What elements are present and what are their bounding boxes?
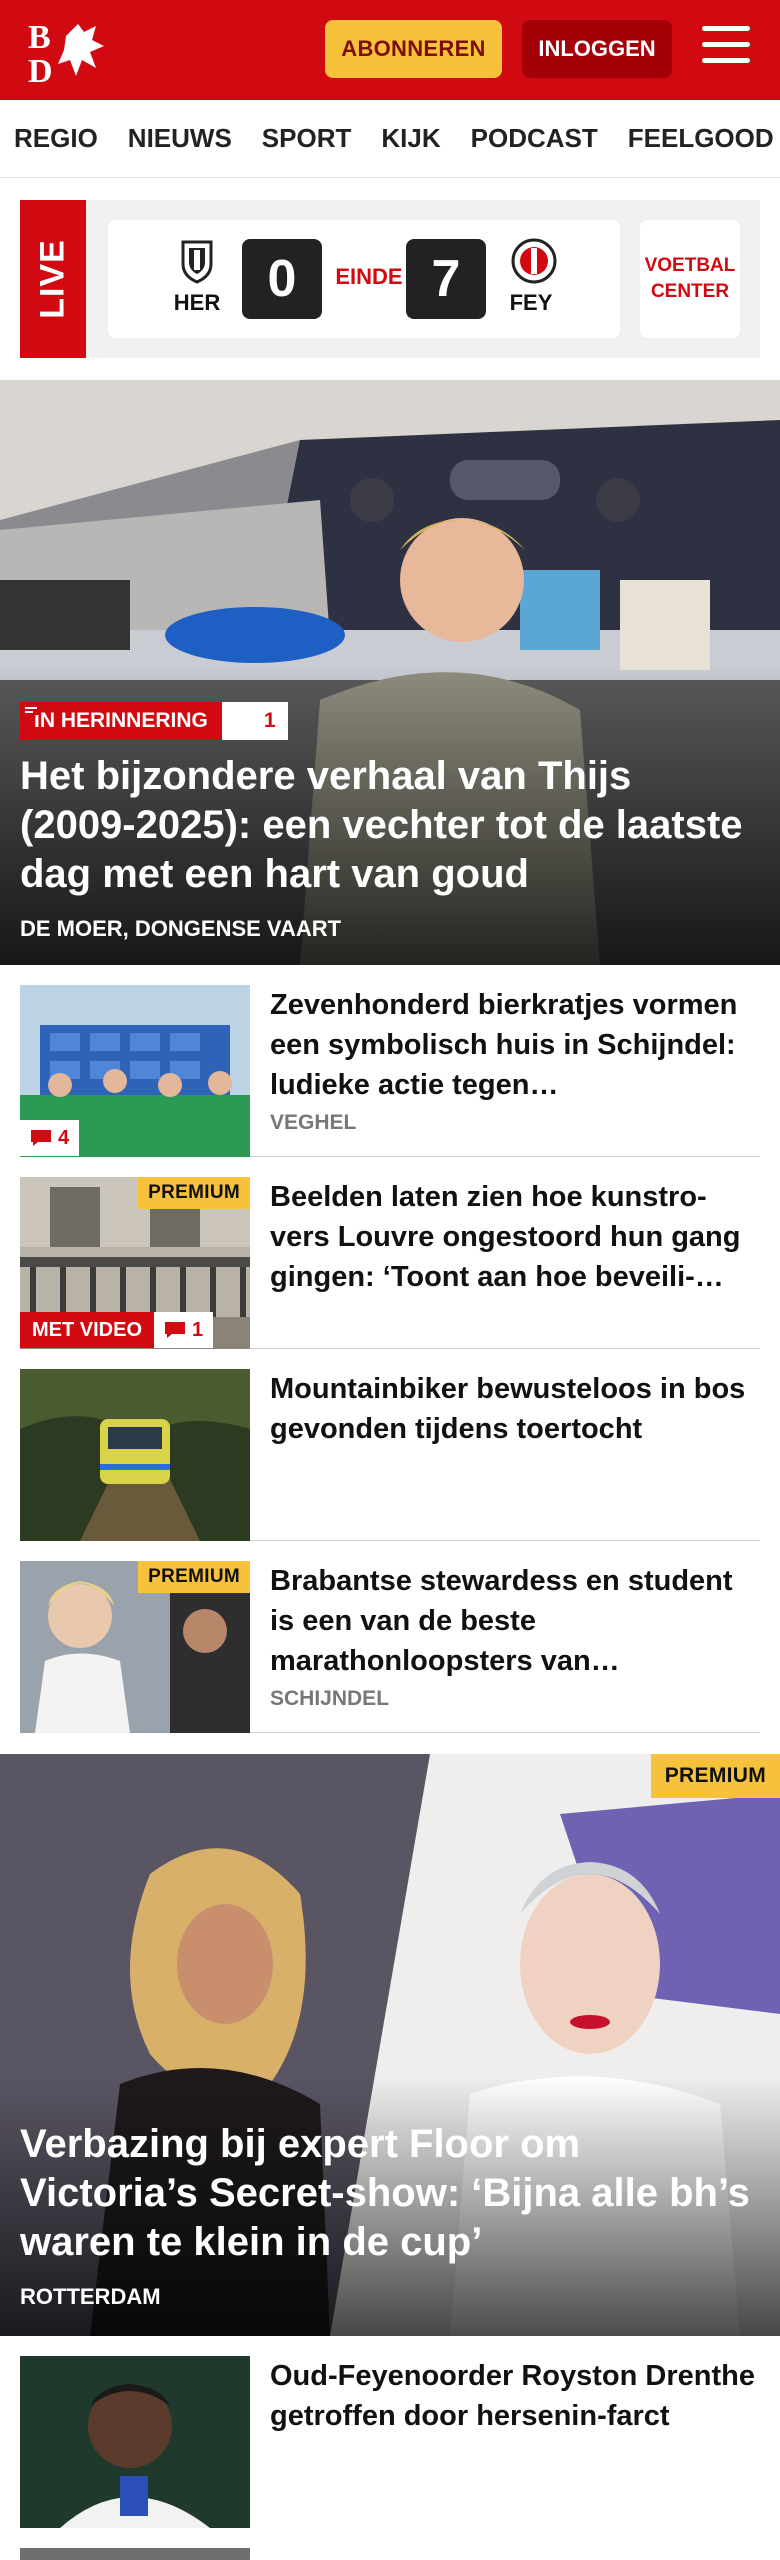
- next-article-thumbnail-peek: [20, 2548, 250, 2560]
- comment-icon: [21, 703, 256, 730]
- nav-item-regio[interactable]: REGIO: [14, 123, 98, 154]
- next-article-title-peek: [270, 2548, 650, 2560]
- hero-article[interactable]: IN HERINNERING 1 Het bijzondere verhaal …: [0, 380, 780, 965]
- feature-title[interactable]: Verbazing bij expert Floor om Victoria’s…: [20, 2120, 760, 2267]
- list-item[interactable]: PREMIUM Brabantse stewardess en student …: [20, 1561, 760, 1733]
- video-badge[interactable]: MET VIDEO: [20, 1312, 155, 1348]
- hero-comment-count: 1: [263, 709, 276, 732]
- list-item[interactable]: Mountainbiker bewusteloos in bos gevonde…: [20, 1369, 760, 1541]
- away-score: 7: [406, 239, 486, 319]
- home-score: 0: [242, 239, 322, 319]
- nav-item-feelgood[interactable]: FEELGOOD: [628, 123, 774, 154]
- article-thumbnail: [20, 2356, 250, 2528]
- comment-badge[interactable]: 4: [20, 1120, 80, 1156]
- article-title[interactable]: Oud-Feyenoorder Royston Drenthe getroffe…: [270, 2356, 760, 2436]
- svg-text:D: D: [28, 53, 53, 86]
- article-thumbnail: [20, 1369, 250, 1541]
- away-team: FEY: [496, 238, 566, 316]
- home-team: HER: [162, 238, 232, 316]
- live-scores-widget: LIVE HER 0 EINDE 7 FEY VOETBAL CENTER: [20, 200, 760, 358]
- list-item[interactable]: Oud-Feyenoorder Royston Drenthe getroffe…: [20, 2356, 760, 2528]
- nav-item-sport[interactable]: SPORT: [262, 123, 352, 154]
- home-team-name: HER: [173, 290, 221, 315]
- comment-icon: [164, 1321, 186, 1339]
- comment-icon: [30, 1129, 52, 1147]
- premium-badge: PREMIUM: [650, 1754, 780, 1798]
- heracles-crest-icon: [177, 238, 217, 284]
- match-card[interactable]: HER 0 EINDE 7 FEY: [108, 220, 620, 338]
- voetbal-center-button[interactable]: VOETBAL CENTER: [640, 220, 740, 338]
- hero-tags: IN HERINNERING 1: [20, 702, 288, 740]
- premium-badge: PREMIUM: [138, 1561, 250, 1593]
- article-location: SCHIJNDEL: [270, 1687, 390, 1710]
- away-team-name: FEY: [509, 290, 553, 315]
- live-label[interactable]: LIVE: [20, 200, 86, 358]
- svg-text:B: B: [28, 19, 51, 56]
- list-item[interactable]: PREMIUM MET VIDEO 1 Beelden laten zien h…: [20, 1177, 760, 1349]
- comment-count: 1: [192, 1318, 204, 1341]
- article-location: VEGHEL: [270, 1111, 357, 1134]
- nav-item-podcast[interactable]: PODCAST: [471, 123, 598, 154]
- hero-comment-badge[interactable]: 1: [21, 702, 288, 740]
- article-title[interactable]: Zevenhonderd bierkratjes vormen een symb…: [270, 985, 760, 1105]
- premium-badge: PREMIUM: [138, 1177, 250, 1209]
- article-title[interactable]: Beelden laten zien hoe kunstro-vers Louv…: [270, 1177, 760, 1297]
- site-header: B D ABONNEREN INLOGGEN: [0, 0, 780, 100]
- feature-location: ROTTERDAM: [20, 2284, 161, 2309]
- section-nav: REGIO NIEUWS SPORT KIJK PODCAST FEELGOOD: [0, 100, 780, 178]
- list-item[interactable]: 4 Zevenhonderd bierkratjes vormen een sy…: [20, 985, 760, 1157]
- nav-item-kijk[interactable]: KIJK: [381, 123, 440, 154]
- match-status: EINDE: [335, 264, 403, 289]
- hero-title[interactable]: Het bijzondere verhaal van Thijs (2009-2…: [20, 752, 750, 899]
- article-badges: MET VIDEO 1: [20, 1312, 214, 1348]
- article-badges: 4: [20, 1120, 80, 1156]
- menu-icon[interactable]: [702, 26, 750, 70]
- feyenoord-crest-icon: [511, 238, 557, 284]
- feature-article[interactable]: PREMIUM Verbazing bij expert Floor om Vi…: [0, 1754, 780, 2336]
- article-title[interactable]: Brabantse stewardess en student is een v…: [270, 1561, 760, 1681]
- hero-category-tag: IN HERINNERING: [20, 702, 222, 740]
- subscribe-button[interactable]: ABONNEREN: [325, 20, 502, 78]
- hero-location: DE MOER, DONGENSE VAART: [20, 916, 342, 941]
- article-title[interactable]: Mountainbiker bewusteloos in bos gevonde…: [270, 1369, 760, 1449]
- nav-item-nieuws[interactable]: NIEUWS: [128, 123, 232, 154]
- comment-count: 4: [58, 1126, 70, 1149]
- bd-logo[interactable]: B D: [26, 16, 116, 90]
- comment-badge[interactable]: 1: [154, 1312, 214, 1348]
- login-button[interactable]: INLOGGEN: [522, 20, 672, 78]
